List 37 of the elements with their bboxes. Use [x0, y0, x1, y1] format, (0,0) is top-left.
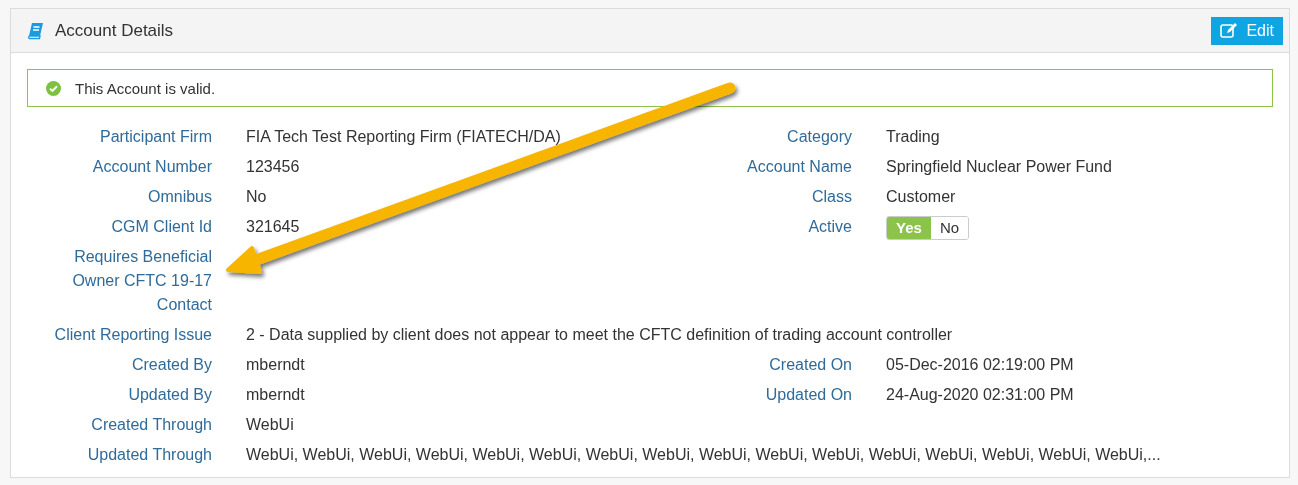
field-label: Account Name — [746, 157, 852, 177]
field-value: 123456 — [246, 157, 301, 177]
panel-title: Account Details — [55, 20, 175, 41]
field-label: Client Reporting Issue — [53, 325, 212, 345]
field-value: 2 - Data supplied by client does not appear to meet the CFTC definition of trading account controller — [246, 325, 954, 345]
field-value: mberndt — [246, 355, 306, 375]
field-value: Trading — [886, 127, 941, 147]
field-label: Category — [786, 127, 852, 147]
field-label: Requires Beneficial Owner CFTC 19-17 Contact — [71, 247, 212, 315]
field-label: Updated Through — [86, 445, 212, 465]
field-value: 05-Dec-2016 02:19:00 PM — [886, 355, 1075, 375]
field-label: Active — [807, 217, 852, 237]
field-value: WebUi, WebUi, WebUi, WebUi, WebUi, WebUi, WebUi, WebUi, WebUi, WebUi, WebUi, WebUi, WebUi, WebUi, WebUi, WebUi,... — [246, 445, 1162, 465]
field-label: Participant Firm — [98, 127, 212, 147]
field-value: FIA Tech Test Reporting Firm (FIATECH/DA) — [246, 127, 562, 147]
field-value: WebUi — [246, 415, 295, 435]
field-label: Account Number — [91, 157, 212, 177]
field-label: Class — [811, 187, 852, 207]
field-label: Created On — [768, 355, 852, 375]
field-value: No — [246, 187, 268, 207]
alert-text: This Account is valid. — [75, 79, 216, 97]
field-label: Updated By — [127, 385, 212, 405]
field-value: Springfield Nuclear Power Fund — [886, 157, 1113, 177]
field-label: CGM Client Id — [110, 217, 212, 237]
field-label: Created Through — [90, 415, 212, 435]
book-icon — [27, 21, 45, 40]
field-value: 24-Aug-2020 02:31:00 PM — [886, 385, 1075, 405]
field-label: Updated On — [764, 385, 852, 405]
field-label: Created By — [130, 355, 212, 375]
edit-icon — [1220, 22, 1239, 39]
field-value: 321645 — [246, 217, 301, 237]
field-value: Customer — [886, 187, 957, 207]
field-label: Omnibus — [146, 187, 212, 207]
field-value: mberndt — [246, 385, 306, 405]
toggle-option[interactable]: Yes — [887, 217, 931, 239]
check-circle-icon — [46, 80, 61, 96]
edit-button[interactable]: Edit — [1211, 16, 1283, 45]
